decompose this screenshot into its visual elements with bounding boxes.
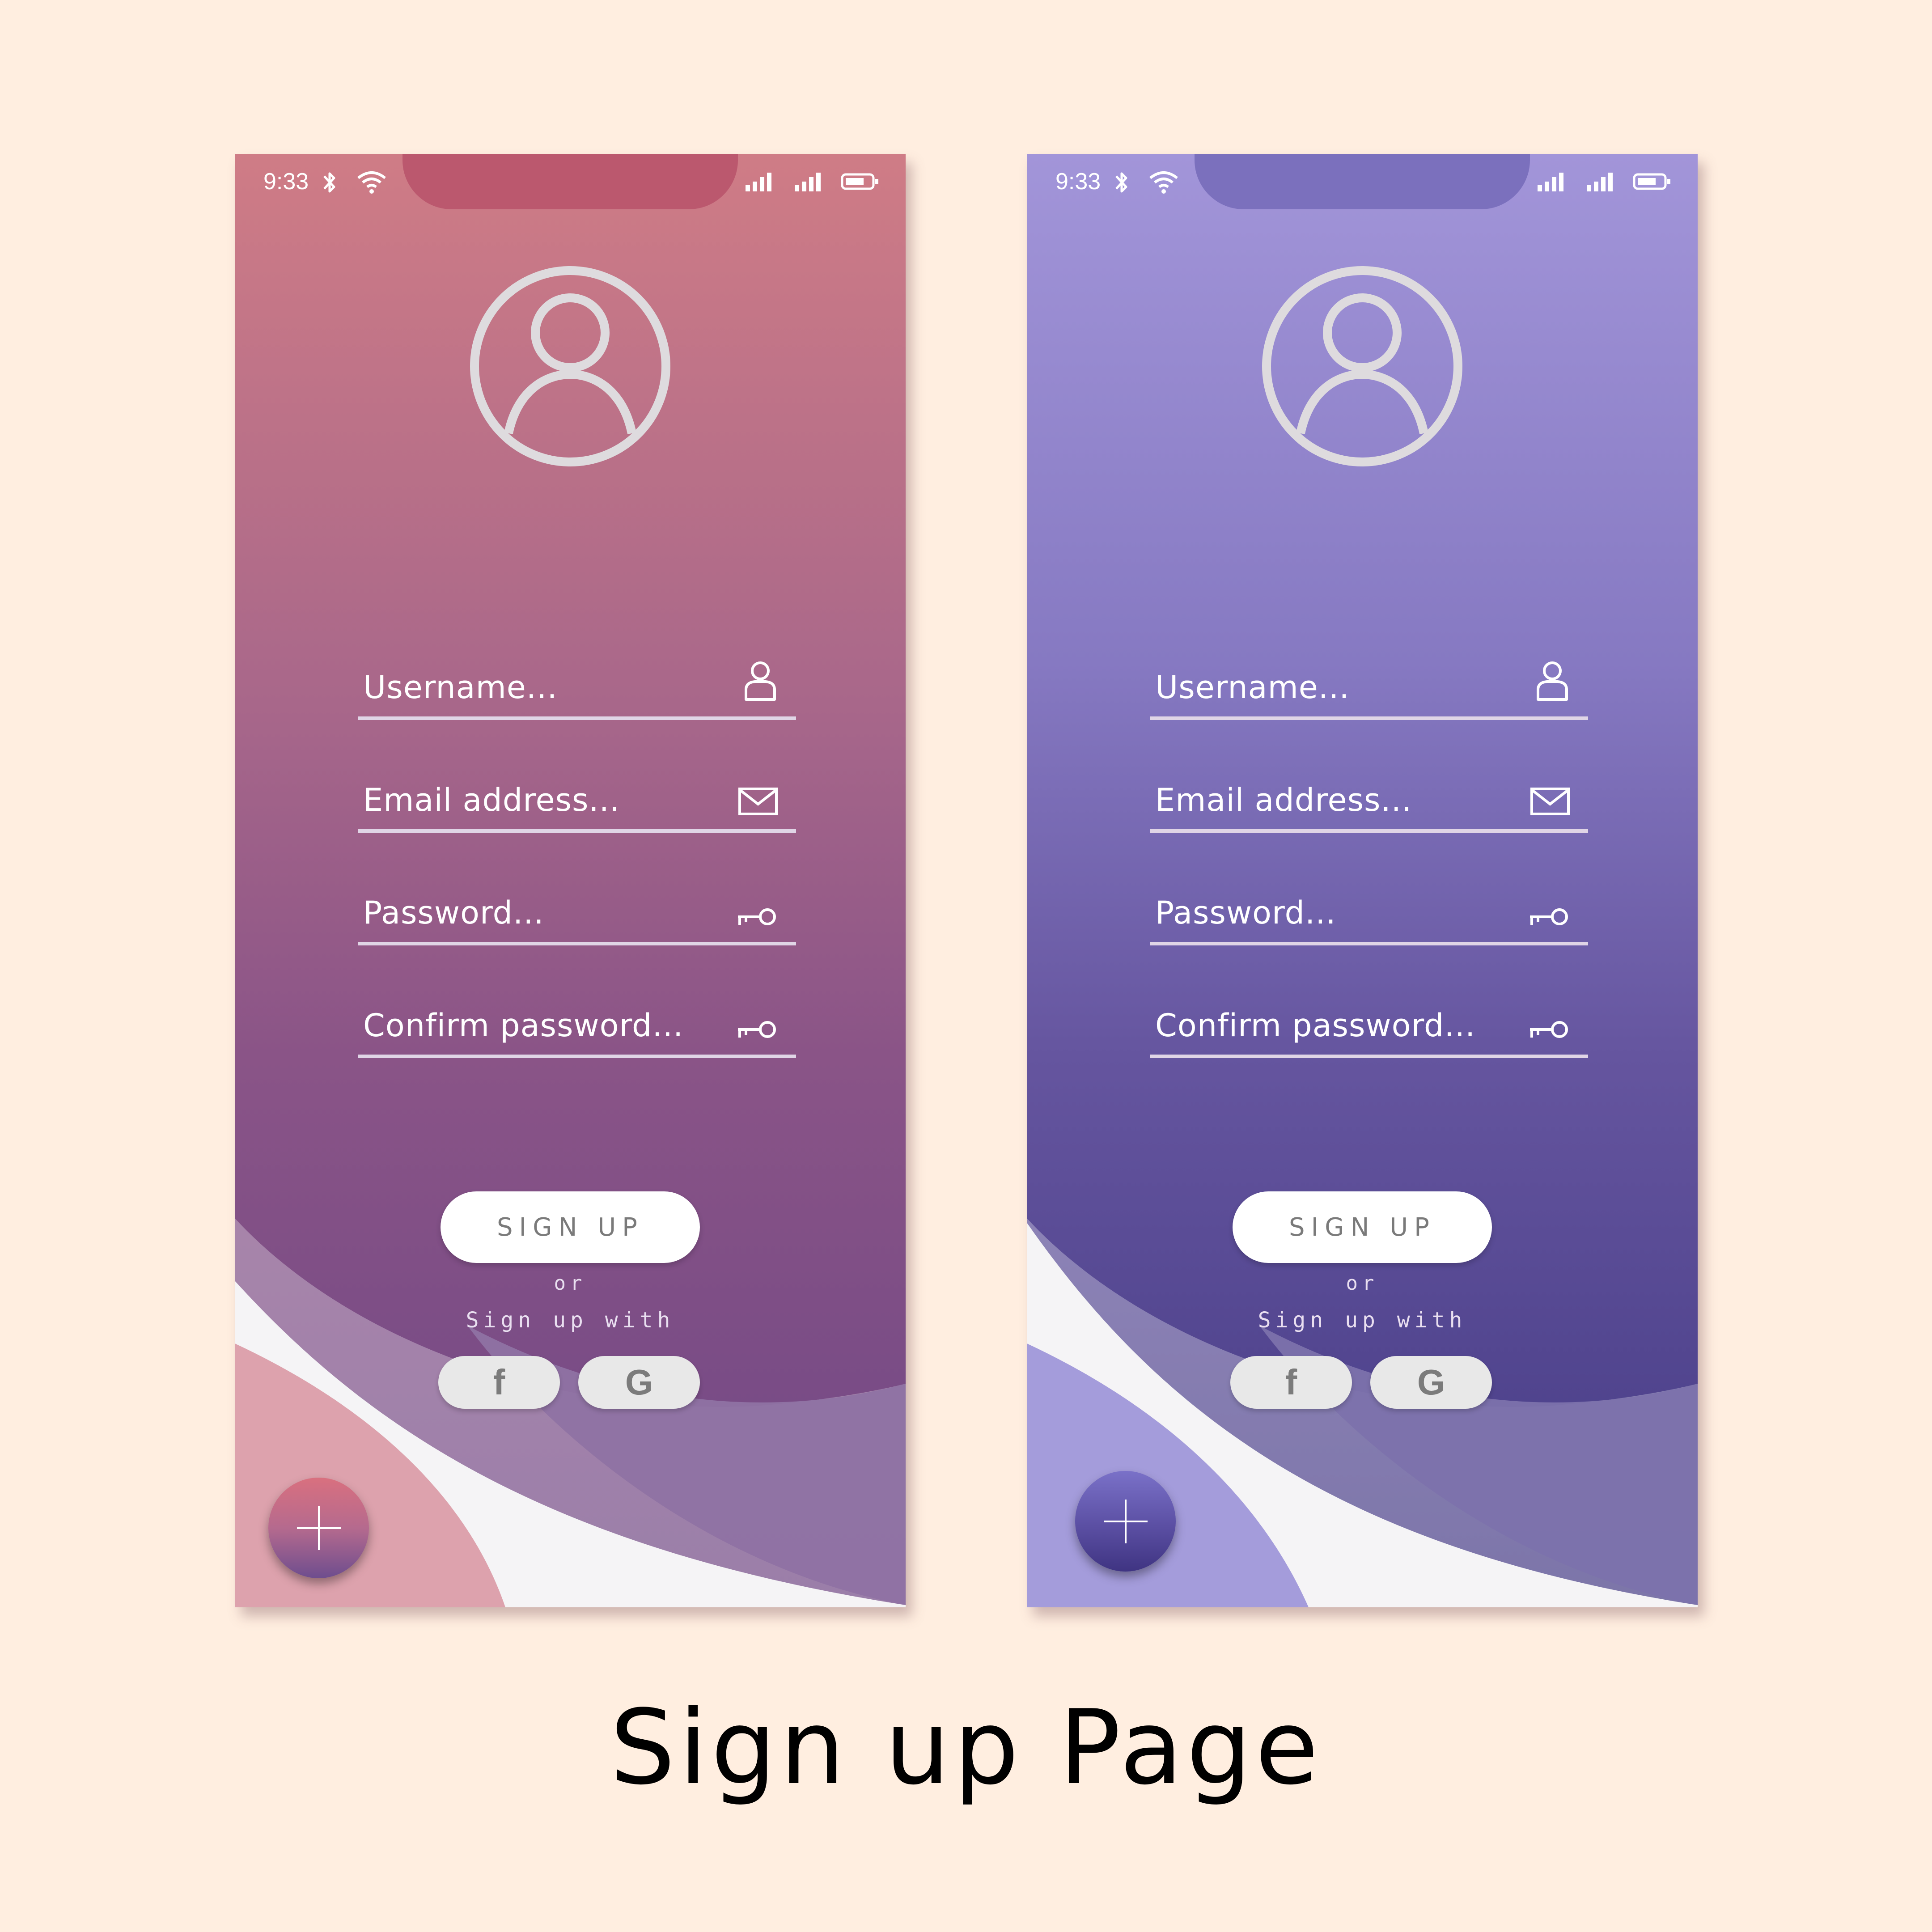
facebook-button[interactable]: f [438, 1356, 560, 1409]
key-icon [1530, 908, 1568, 925]
signal-icon [1587, 173, 1613, 191]
camera-notch [1195, 154, 1530, 209]
username-placeholder: Username... [363, 669, 558, 706]
sign-up-with-text: Sign up with [466, 1308, 675, 1333]
sign-up-button[interactable]: SIGN UP [441, 1191, 700, 1263]
signal-icon [795, 173, 821, 191]
envelope-icon [738, 788, 778, 815]
confirm-password-field[interactable]: Confirm password... [358, 996, 796, 1058]
username-field[interactable]: Username... [1150, 658, 1588, 720]
key-icon [738, 908, 776, 925]
avatar-placeholder-icon[interactable] [1259, 263, 1465, 469]
plus-icon [297, 1506, 341, 1550]
plus-icon [1104, 1500, 1148, 1543]
sign-up-button[interactable]: SIGN UP [1233, 1191, 1492, 1263]
email-placeholder: Email address... [363, 782, 620, 818]
user-icon [1537, 661, 1568, 701]
add-fab-button[interactable] [1075, 1471, 1176, 1572]
camera-notch [402, 154, 738, 209]
password-placeholder: Password... [363, 894, 544, 931]
battery-icon [841, 173, 878, 190]
battery-icon [1633, 173, 1670, 190]
status-time: 9:33 [1055, 169, 1101, 195]
phone-screen-purple: 9:33 Username... Email address... Passwo… [1027, 154, 1698, 1607]
envelope-icon [1530, 788, 1570, 815]
email-placeholder: Email address... [1155, 782, 1412, 818]
key-icon [738, 1021, 776, 1038]
password-placeholder: Password... [1155, 894, 1336, 931]
bluetooth-icon [323, 172, 335, 193]
bluetooth-icon [1115, 172, 1127, 193]
wifi-icon [357, 171, 386, 194]
signal-icon [1538, 173, 1563, 191]
username-placeholder: Username... [1155, 669, 1350, 706]
sign-up-with-text: Sign up with [1258, 1308, 1467, 1333]
confirm-password-field[interactable]: Confirm password... [1150, 996, 1588, 1058]
email-field[interactable]: Email address... [358, 771, 796, 833]
avatar-placeholder-icon[interactable] [467, 263, 673, 469]
email-field[interactable]: Email address... [1150, 771, 1588, 833]
signal-icon [746, 173, 771, 191]
google-button[interactable]: G [578, 1356, 700, 1409]
add-fab-button[interactable] [268, 1478, 369, 1578]
page-title: Sign up Page [610, 1688, 1322, 1808]
wifi-icon [1149, 171, 1178, 194]
or-text: or [554, 1272, 587, 1295]
status-time: 9:33 [263, 169, 309, 195]
facebook-button[interactable]: f [1230, 1356, 1352, 1409]
password-field[interactable]: Password... [1150, 884, 1588, 945]
phone-screen-pink: 9:33 Username... Email address... Passwo… [235, 154, 906, 1607]
key-icon [1530, 1021, 1568, 1038]
confirm-password-placeholder: Confirm password... [1155, 1007, 1476, 1044]
user-icon [745, 661, 776, 701]
or-text: or [1346, 1272, 1379, 1295]
password-field[interactable]: Password... [358, 884, 796, 945]
confirm-password-placeholder: Confirm password... [363, 1007, 684, 1044]
username-field[interactable]: Username... [358, 658, 796, 720]
google-button[interactable]: G [1370, 1356, 1492, 1409]
